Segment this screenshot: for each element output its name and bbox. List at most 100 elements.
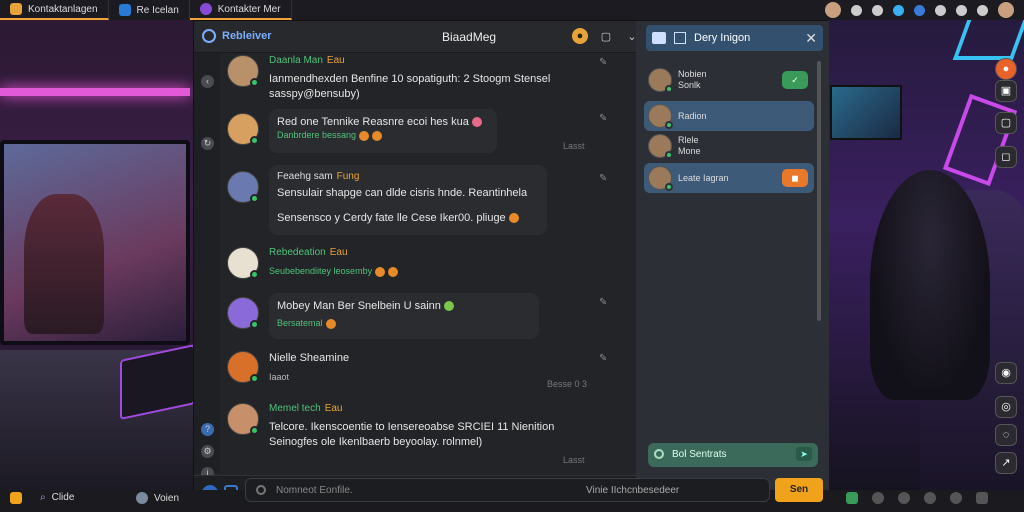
settings-icon[interactable] — [956, 4, 967, 16]
message-author: Memel tech Eau — [269, 403, 343, 414]
send-button[interactable]: Sen — [775, 478, 823, 502]
message-item[interactable]: Memel tech Eau Telcore. Ikenscoentie to I… — [227, 403, 627, 467]
settings-icon[interactable] — [872, 492, 884, 504]
edit-icon[interactable]: ✎ — [599, 173, 607, 184]
message-item[interactable]: Rebedeation Eau Seubebendiitey leosemby — [227, 247, 627, 289]
game-icon[interactable] — [935, 4, 946, 16]
browser-icon — [118, 4, 131, 16]
dropbox-icon[interactable] — [893, 4, 904, 16]
tab-label: Re Icelan — [136, 4, 179, 16]
clock-icon[interactable] — [950, 492, 962, 504]
camera-icon[interactable]: ◉ — [995, 362, 1017, 384]
speech-icon[interactable]: ◌ — [995, 424, 1017, 446]
system-icons — [846, 492, 988, 504]
message-text: Telcore. Ikenscoentie to Iensereoabse SR… — [269, 421, 555, 433]
system-tray — [825, 2, 1024, 18]
close-icon[interactable]: ✕ — [805, 30, 817, 47]
message-body: Daanla Man Eau Ianmendhexden Benfine 10 s… — [269, 55, 569, 102]
message-subtext: Seubebendiitey leosemby — [269, 266, 569, 277]
message-input[interactable]: Nomneot Eonfile. Vinie IIchcnbesedeer — [245, 478, 770, 502]
edit-icon[interactable]: ✎ — [599, 113, 607, 124]
message-item[interactable]: Mobey Man Ber Snelbein U sainn Bersatema… — [227, 293, 627, 341]
emoji-icon — [471, 117, 482, 128]
search-icon — [654, 449, 664, 459]
user-avatar[interactable] — [825, 2, 841, 18]
fire-icon[interactable]: ● — [995, 58, 1017, 80]
chrome-icon[interactable] — [851, 4, 862, 16]
avatar — [648, 104, 673, 129]
header-actions: ● ▢ ⌄ — [572, 28, 640, 44]
message-bubble: Feaehg sam Fung Sensulair shapge can dlde… — [269, 165, 547, 235]
search-taskbar-label: Clide — [51, 492, 75, 503]
window-icon[interactable]: ▢ — [598, 28, 614, 44]
wifi-icon[interactable] — [898, 492, 910, 504]
message-author: Nielle Sheamine — [269, 352, 350, 364]
message-item[interactable]: Red one Tennike Reasnre ecoi hes kua Dan… — [227, 109, 627, 159]
contact-item-selected[interactable]: Leate Iagran ◼ — [644, 163, 814, 193]
video-icon[interactable]: ◼ — [782, 169, 808, 187]
help-icon[interactable]: ? — [201, 423, 214, 436]
contacts-header: Dery Inigon ✕ — [646, 25, 823, 51]
contact-name: Leate Iagran — [678, 173, 729, 183]
app-brand[interactable]: Rebleiver — [202, 29, 272, 43]
message-text: Red one Tennike Reasnre ecoi hes kua — [277, 115, 489, 130]
search-taskbar[interactable]: ⌕ Clide — [40, 492, 74, 503]
chat-bubble-icon — [652, 32, 666, 44]
wall-picture — [830, 85, 902, 140]
avatar — [227, 403, 259, 435]
profile-avatar[interactable] — [998, 2, 1014, 18]
message-icon[interactable]: ◻ — [995, 146, 1017, 168]
message-body: Nielle Sheamine Iaaot — [269, 351, 569, 382]
neon-light — [0, 88, 190, 96]
chat-title: BiaadMeg — [442, 30, 497, 44]
panel-icon[interactable] — [674, 32, 686, 44]
message-item[interactable]: Feaehg sam Fung Sensulair shapge can dlde… — [227, 165, 627, 241]
volume-icon[interactable] — [924, 492, 936, 504]
share-icon[interactable]: ↗ — [995, 452, 1017, 474]
message-text: Sensensco y Cerdy fate lle Cese Iker00. … — [277, 211, 539, 226]
notification-icon[interactable] — [976, 492, 988, 504]
avatar — [648, 166, 673, 191]
contact-name: Nobien Sonlk — [678, 69, 707, 90]
online-status-icon — [250, 426, 259, 435]
panel-search-label: Bol Sentrats — [672, 449, 727, 460]
steam-icon[interactable] — [914, 4, 925, 16]
emoji-picker-icon[interactable] — [256, 485, 266, 495]
record-icon[interactable]: ◎ — [995, 396, 1017, 418]
app-tray-icon[interactable] — [846, 492, 858, 504]
avatar — [227, 113, 259, 145]
app-icon[interactable] — [977, 4, 988, 16]
scrollbar[interactable] — [817, 61, 821, 321]
gamer-person — [870, 170, 990, 400]
taskbar-tab-contacts[interactable]: Kontaktanlagen — [0, 0, 109, 20]
edit-icon[interactable]: ✎ — [599, 297, 607, 308]
taskbar-tab-chat[interactable]: Kontakter Mer — [189, 0, 292, 20]
shield-icon[interactable] — [872, 4, 883, 16]
message-subtext: Bersatemal — [277, 318, 531, 329]
contact-item[interactable]: Nobien Sonlk ✓ — [644, 65, 814, 95]
message-author: Rebedeation Eau — [269, 247, 348, 258]
controller-icon[interactable]: ▣ — [995, 80, 1017, 102]
chat-icon[interactable]: ▢ — [995, 112, 1017, 134]
avatar — [227, 247, 259, 279]
notification-icon[interactable]: ● — [572, 28, 588, 44]
start-button[interactable] — [10, 492, 22, 504]
panel-search-field[interactable]: Bol Sentrats ➤ — [648, 443, 818, 467]
check-icon[interactable]: ✓ — [782, 71, 808, 89]
emoji-icon — [359, 130, 370, 141]
contact-item[interactable]: Rlele Mone — [644, 131, 814, 161]
send-icon[interactable]: ➤ — [796, 447, 812, 461]
folder-icon — [10, 3, 22, 15]
message-item[interactable]: Daanla Man Eau Ianmendhexden Benfine 10 s… — [227, 55, 627, 105]
contact-name: Rlele Mone — [678, 135, 701, 156]
refresh-icon[interactable]: ↻ — [201, 137, 214, 150]
edit-icon[interactable]: ✎ — [599, 353, 607, 364]
message-item[interactable]: Nielle Sheamine Iaaot ✎ Besse 0 3 — [227, 351, 627, 391]
app-button[interactable]: Voien — [136, 492, 179, 504]
contact-item-selected[interactable]: Radion — [644, 101, 814, 131]
settings-icon[interactable]: ⚙ — [201, 445, 214, 458]
brand-label: Rebleiver — [222, 30, 272, 42]
taskbar-tab-browser[interactable]: Re Icelan — [109, 0, 190, 20]
edit-icon[interactable]: ✎ — [599, 57, 607, 68]
back-icon[interactable]: ‹ — [201, 75, 214, 88]
